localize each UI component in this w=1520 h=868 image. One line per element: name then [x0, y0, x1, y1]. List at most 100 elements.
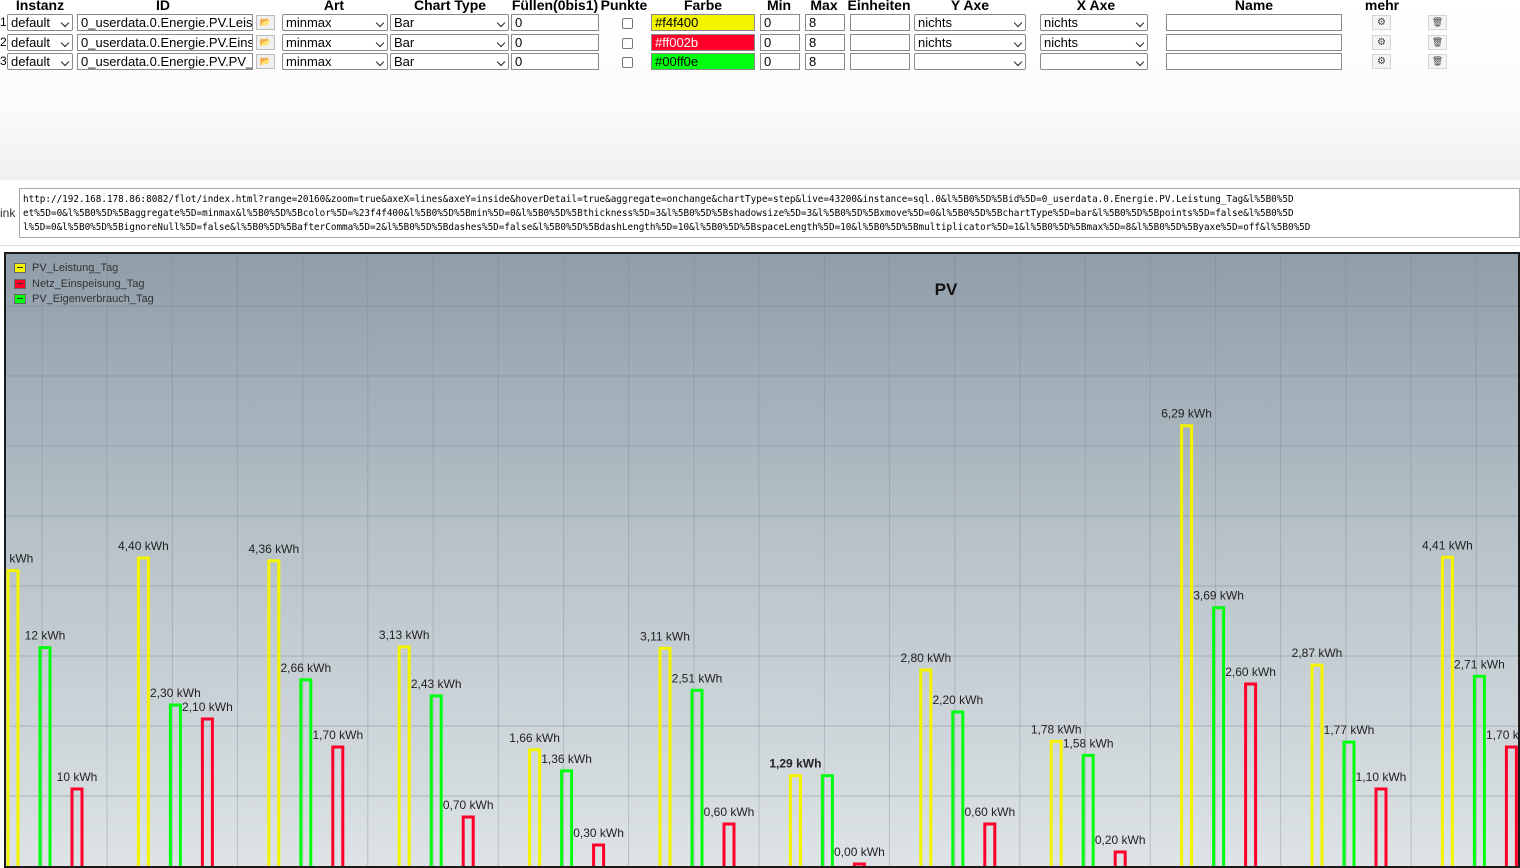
chart-type-select[interactable]: Bar	[390, 14, 509, 31]
chart-type-select[interactable]: Bar	[390, 34, 509, 51]
folder-icon[interactable]: 📂	[256, 54, 275, 69]
bar-PV_Eigenverbrauch_Tag[interactable]	[299, 678, 313, 866]
bar-PV_Eigenverbrauch_Tag[interactable]	[168, 703, 182, 866]
data-label: 0,60 kWh	[964, 805, 1015, 819]
bar-PV_Leistung_Tag[interactable]	[267, 559, 281, 866]
trash-icon[interactable]: 🗑	[1428, 15, 1447, 30]
max-input[interactable]: 8	[805, 34, 845, 51]
bar-Netz_Einspeisung_Tag[interactable]	[983, 822, 997, 866]
gear-icon[interactable]: ⚙	[1372, 35, 1391, 50]
folder-icon[interactable]: 📂	[256, 15, 275, 30]
y-axis-select[interactable]: nichts	[914, 34, 1026, 51]
gear-icon[interactable]: ⚙	[1372, 54, 1391, 69]
legend-item[interactable]: Netz_Einspeisung_Tag	[14, 278, 145, 291]
bar-Netz_Einspeisung_Tag[interactable]	[1244, 682, 1258, 866]
x-axis-select[interactable]	[1040, 53, 1148, 70]
color-input[interactable]: #00ff0e	[651, 53, 755, 70]
bar-Netz_Einspeisung_Tag[interactable]	[1504, 745, 1518, 866]
bar-PV_Eigenverbrauch_Tag[interactable]	[690, 688, 704, 866]
bar-PV_Leistung_Tag[interactable]	[919, 668, 933, 866]
data-label: 1,70 kWh	[1486, 728, 1518, 742]
trash-icon[interactable]: 🗑	[1428, 54, 1447, 69]
bar-Netz_Einspeisung_Tag[interactable]	[200, 717, 214, 866]
bar-PV_Leistung_Tag[interactable]	[1310, 663, 1324, 866]
art-select[interactable]: minmax	[282, 34, 388, 51]
x-axis-select[interactable]: nichts	[1040, 14, 1148, 31]
data-label: 2,10 kWh	[182, 700, 233, 714]
bar-PV_Leistung_Tag[interactable]	[528, 748, 542, 866]
link-url-textarea[interactable]: http://192.168.178.86:8082/flot/index.ht…	[19, 188, 1520, 238]
bar-PV_Eigenverbrauch_Tag[interactable]	[429, 694, 443, 866]
header-id: ID	[156, 0, 170, 13]
bar-PV_Eigenverbrauch_Tag[interactable]	[1472, 674, 1486, 866]
instanz-select[interactable]: default	[7, 34, 73, 51]
y-axis-select[interactable]: nichts	[914, 14, 1026, 31]
header-y-axe: Y Axe	[950, 0, 990, 13]
bar-PV_Leistung_Tag[interactable]	[658, 646, 672, 866]
art-select[interactable]: minmax	[282, 14, 388, 31]
gear-icon[interactable]: ⚙	[1372, 15, 1391, 30]
legend-item[interactable]: PV_Leistung_Tag	[14, 262, 118, 275]
bar-PV_Eigenverbrauch_Tag[interactable]	[951, 710, 965, 866]
bar-PV_Eigenverbrauch_Tag[interactable]	[1342, 740, 1356, 866]
min-input[interactable]: 0	[760, 34, 800, 51]
legend-item[interactable]: PV_Eigenverbrauch_Tag	[14, 293, 154, 306]
min-input[interactable]: 0	[760, 53, 800, 70]
bar-PV_Eigenverbrauch_Tag[interactable]	[1081, 753, 1095, 866]
data-label: 6,29 kWh	[1161, 407, 1212, 421]
data-label: 2,80 kWh	[900, 651, 951, 665]
unit-input[interactable]	[850, 34, 910, 51]
name-input[interactable]	[1166, 53, 1342, 70]
bar-PV_Eigenverbrauch_Tag[interactable]	[1212, 606, 1226, 866]
art-select[interactable]: minmax	[282, 53, 388, 70]
y-axis-select[interactable]	[914, 53, 1026, 70]
instanz-select[interactable]: default	[7, 53, 73, 70]
bar-Netz_Einspeisung_Tag[interactable]	[1374, 787, 1388, 866]
fill-input[interactable]: 0	[511, 34, 599, 51]
color-input[interactable]: #f4f400	[651, 14, 755, 31]
bar-Netz_Einspeisung_Tag[interactable]	[70, 787, 84, 866]
data-label: 2,87 kWh	[1292, 646, 1343, 660]
bar-PV_Eigenverbrauch_Tag[interactable]	[38, 646, 52, 866]
bar-PV_Eigenverbrauch_Tag[interactable]	[820, 774, 834, 866]
name-input[interactable]	[1166, 34, 1342, 51]
header-art: Art	[323, 0, 345, 13]
unit-input[interactable]	[850, 53, 910, 70]
bar-Netz_Einspeisung_Tag[interactable]	[592, 843, 606, 866]
x-axis-select[interactable]: nichts	[1040, 34, 1148, 51]
id-input[interactable]: 0_userdata.0.Energie.PV.Leist	[77, 14, 253, 31]
pv-chart[interactable]: 22 kWh 4,40 kWh 4,36 kWh 3,13 kWh 1,66 kWh 3,…	[4, 252, 1520, 868]
chart-plot: 22 kWh 4,40 kWh 4,36 kWh 3,13 kWh 1,66 kWh 3,…	[6, 254, 1518, 866]
bar-PV_Leistung_Tag[interactable]	[6, 569, 20, 866]
bar-Netz_Einspeisung_Tag[interactable]	[461, 815, 475, 866]
trash-icon[interactable]: 🗑	[1428, 35, 1447, 50]
bar-PV_Leistung_Tag[interactable]	[397, 645, 411, 866]
fill-input[interactable]: 0	[511, 14, 599, 31]
points-checkbox[interactable]	[622, 18, 633, 29]
link-label: ink	[0, 206, 16, 220]
bar-PV_Leistung_Tag[interactable]	[136, 556, 150, 866]
points-checkbox[interactable]	[622, 38, 633, 49]
bar-Netz_Einspeisung_Tag[interactable]	[722, 822, 736, 866]
bar-Netz_Einspeisung_Tag[interactable]	[852, 862, 866, 866]
color-input[interactable]: #ff002b	[651, 34, 755, 51]
unit-input[interactable]	[850, 14, 910, 31]
bar-PV_Eigenverbrauch_Tag[interactable]	[560, 769, 574, 866]
bar-Netz_Einspeisung_Tag[interactable]	[331, 745, 345, 866]
bar-PV_Leistung_Tag[interactable]	[1049, 739, 1063, 866]
bar-PV_Leistung_Tag[interactable]	[788, 774, 802, 866]
fill-input[interactable]: 0	[511, 53, 599, 70]
max-input[interactable]: 8	[805, 53, 845, 70]
bar-Netz_Einspeisung_Tag[interactable]	[1113, 850, 1127, 866]
instanz-select[interactable]: default	[7, 14, 73, 31]
points-checkbox[interactable]	[622, 57, 633, 68]
id-input[interactable]: 0_userdata.0.Energie.PV.Einsp	[77, 34, 253, 51]
chart-type-select[interactable]: Bar	[390, 53, 509, 70]
folder-icon[interactable]: 📂	[256, 35, 275, 50]
name-input[interactable]	[1166, 14, 1342, 31]
bar-PV_Leistung_Tag[interactable]	[1180, 424, 1194, 866]
bar-PV_Leistung_Tag[interactable]	[1440, 555, 1454, 866]
max-input[interactable]: 8	[805, 14, 845, 31]
min-input[interactable]: 0	[760, 14, 800, 31]
id-input[interactable]: 0_userdata.0.Energie.PV.PV_I	[77, 53, 253, 70]
